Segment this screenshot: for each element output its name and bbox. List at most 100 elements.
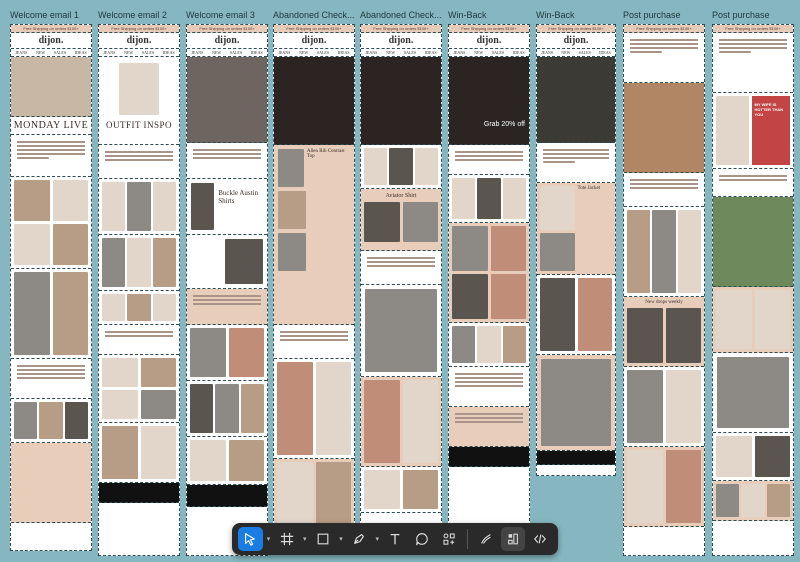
- shape-tool-icon[interactable]: [311, 527, 336, 551]
- product-tile[interactable]: [152, 238, 176, 287]
- frame-tool-icon[interactable]: [274, 527, 299, 551]
- frame-tool-chevron-icon[interactable]: ▾: [301, 527, 309, 551]
- product-tile[interactable]: [402, 380, 438, 463]
- product-tile[interactable]: [741, 484, 765, 517]
- product-tile[interactable]: [278, 191, 306, 229]
- frame-label-welcome-2[interactable]: Welcome email 2: [98, 10, 167, 20]
- cart-item[interactable]: [278, 191, 350, 229]
- nav-ideas[interactable]: IDEAS: [75, 49, 87, 56]
- product-tile[interactable]: [717, 357, 789, 428]
- product-tile[interactable]: [52, 224, 88, 265]
- nav-sales[interactable]: SALES: [492, 49, 504, 56]
- product-tile[interactable]: [52, 180, 88, 221]
- product-tile[interactable]: [64, 402, 88, 439]
- product-tile[interactable]: [52, 272, 88, 355]
- product-tile[interactable]: [665, 370, 701, 443]
- product-tile[interactable]: [452, 178, 476, 219]
- product-tile[interactable]: [225, 239, 263, 284]
- product-tile[interactable]: [402, 202, 438, 242]
- product-tile[interactable]: [477, 326, 501, 363]
- email-frame-welcome-1[interactable]: Free Shipping on orders $100+ dijon. JEA…: [10, 24, 92, 551]
- product-tile[interactable]: [627, 210, 651, 293]
- product-tile[interactable]: [228, 328, 264, 377]
- product-tile[interactable]: [652, 210, 676, 293]
- product-tile[interactable]: [190, 384, 214, 433]
- nav-new[interactable]: NEW: [212, 49, 221, 56]
- cta-button[interactable]: [17, 157, 49, 159]
- email-frame-abandoned-1[interactable]: Free Shipping on orders $100+ dijon. JEA…: [273, 24, 355, 536]
- product-tile[interactable]: [364, 470, 400, 509]
- nav-new[interactable]: NEW: [561, 49, 570, 56]
- product-tile[interactable]: [215, 384, 239, 433]
- cart-item[interactable]: Allen Rib Contrast Top: [278, 149, 350, 187]
- product-tile[interactable]: [102, 390, 138, 419]
- frame-label-winback-2[interactable]: Win-Back: [536, 10, 575, 20]
- text-tool-icon[interactable]: [383, 527, 408, 551]
- product-tile[interactable]: [102, 182, 126, 231]
- brand-logo[interactable]: dijon.: [361, 33, 441, 49]
- email-frame-welcome-3[interactable]: Free Shipping on orders $100+ dijon. JEA…: [186, 24, 268, 556]
- product-tile[interactable]: [540, 278, 575, 351]
- product-tile[interactable]: [277, 362, 313, 455]
- email-frame-welcome-2[interactable]: Free Shipping on orders $100+ dijon. JEA…: [98, 24, 180, 556]
- nav-sales[interactable]: SALES: [579, 49, 591, 56]
- nav-sales[interactable]: SALES: [230, 49, 242, 56]
- cta-button[interactable]: [543, 161, 575, 163]
- cta-button[interactable]: [630, 51, 662, 53]
- product-tile[interactable]: [14, 402, 38, 439]
- product-tile[interactable]: [627, 450, 663, 523]
- product-tile[interactable]: [677, 210, 701, 293]
- nav-ideas[interactable]: IDEAS: [425, 49, 437, 56]
- nav-new[interactable]: NEW: [474, 49, 483, 56]
- product-tile[interactable]: [452, 226, 488, 271]
- product-tile[interactable]: [315, 462, 351, 525]
- product-tile[interactable]: [152, 182, 176, 231]
- nav-jeans[interactable]: JEANS: [103, 49, 115, 56]
- comment-tool-icon[interactable]: [410, 527, 435, 551]
- product-tile[interactable]: [102, 426, 138, 479]
- move-tool-icon[interactable]: [238, 527, 263, 551]
- frame-label-welcome-3[interactable]: Welcome email 3: [186, 10, 255, 20]
- product-tile[interactable]: [102, 294, 126, 321]
- product-tile[interactable]: [502, 178, 526, 219]
- product-tile[interactable]: [541, 359, 611, 446]
- nav-ideas[interactable]: IDEAS: [251, 49, 263, 56]
- product-tile[interactable]: [278, 233, 306, 271]
- frame-label-winback-1[interactable]: Win-Back: [448, 10, 487, 20]
- email-frame-post-purchase-1[interactable]: Free Shipping on orders $100+ New drops …: [623, 24, 705, 556]
- nav-jeans[interactable]: JEANS: [278, 49, 290, 56]
- product-tile[interactable]: [14, 224, 50, 265]
- graphic-tee[interactable]: MY WIFE IS HOTTER THAN YOU: [751, 96, 790, 165]
- nav-new[interactable]: NEW: [386, 49, 395, 56]
- product-tile[interactable]: [665, 450, 701, 523]
- brand-logo[interactable]: dijon.: [274, 33, 354, 49]
- product-tile[interactable]: [490, 226, 526, 271]
- product-tile[interactable]: [14, 180, 50, 221]
- nav-ideas[interactable]: IDEAS: [338, 49, 350, 56]
- product-tile[interactable]: [315, 362, 351, 455]
- product-tile[interactable]: [452, 274, 488, 319]
- brand-logo[interactable]: dijon.: [187, 33, 267, 49]
- product-tile[interactable]: [102, 238, 126, 287]
- frame-label-post-purchase-1[interactable]: Post purchase: [623, 10, 681, 20]
- nav-jeans[interactable]: JEANS: [365, 49, 377, 56]
- product-tile[interactable]: [152, 294, 176, 321]
- product-tile[interactable]: [540, 186, 575, 230]
- brand-logo[interactable]: dijon.: [11, 33, 91, 49]
- product-tile[interactable]: [716, 436, 752, 477]
- product-tile[interactable]: [716, 484, 740, 517]
- product-tile[interactable]: [191, 183, 215, 230]
- product-tile[interactable]: [477, 178, 501, 219]
- product-tile[interactable]: [240, 384, 264, 433]
- product-tile[interactable]: [140, 426, 176, 479]
- product-tile[interactable]: [364, 148, 388, 185]
- brand-logo[interactable]: dijon.: [537, 33, 615, 49]
- product-tile[interactable]: [452, 326, 476, 363]
- product-tile[interactable]: [14, 272, 50, 355]
- product-tile[interactable]: [140, 358, 176, 387]
- product-tile[interactable]: [228, 440, 264, 481]
- product-tile[interactable]: [278, 149, 304, 187]
- product-tile[interactable]: [577, 278, 612, 351]
- nav-sales[interactable]: SALES: [317, 49, 329, 56]
- product-tile[interactable]: [127, 238, 151, 287]
